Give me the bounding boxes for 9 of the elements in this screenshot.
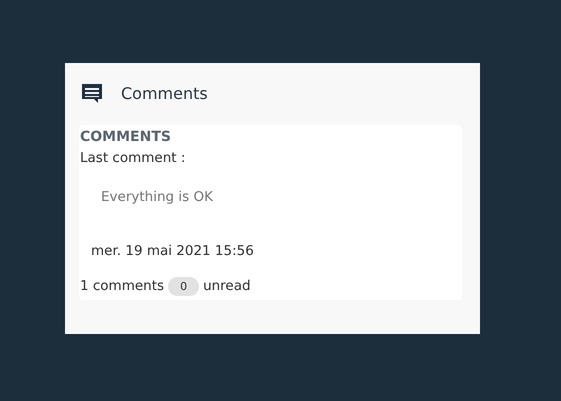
comment-count: 1 comments (80, 277, 164, 296)
unread-badge: 0 (168, 276, 200, 296)
unread-label: unread (203, 277, 251, 296)
card-heading: COMMENTS (80, 129, 172, 146)
comment-icon (80, 81, 104, 105)
panel-title: Comments (121, 84, 208, 102)
comment-date: mer. 19 mai 2021 15:56 (91, 242, 255, 261)
comment-text: Everything is OK (101, 188, 214, 207)
last-comment-label: Last comment : (80, 149, 186, 168)
